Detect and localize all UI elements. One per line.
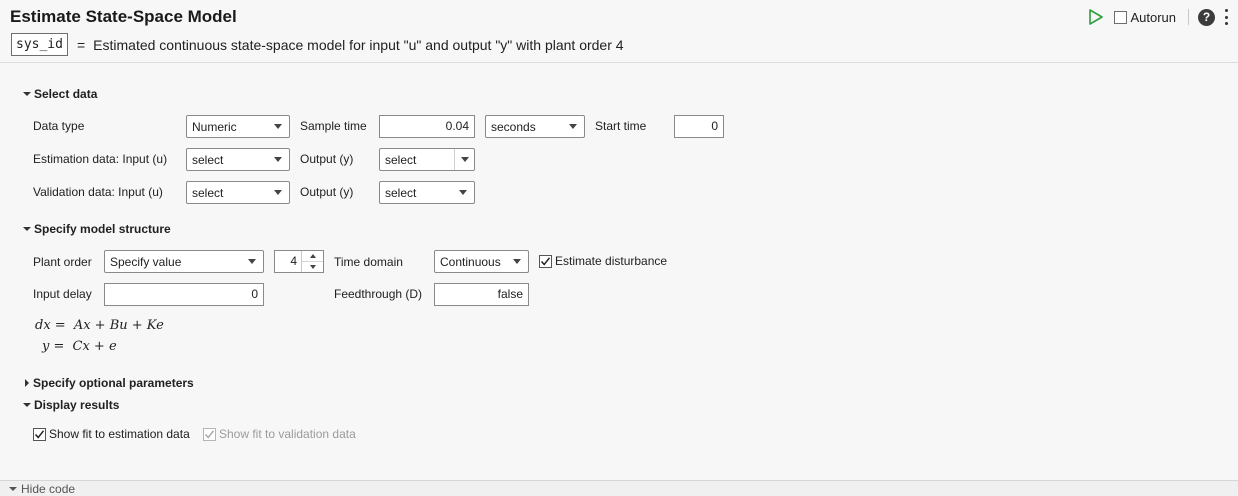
task-toolbar: Autorun ? [1088,7,1228,27]
increment-button[interactable] [302,251,323,261]
section-select-data[interactable]: Select data [23,87,97,101]
decrement-button[interactable] [302,261,323,272]
play-icon[interactable] [1088,8,1104,26]
data-type-label: Data type [33,119,85,133]
caret-down-icon [23,227,31,231]
state-equation: dx = Ax + Bu + Ke [35,318,235,333]
vertical-ellipsis-icon[interactable] [1224,9,1228,25]
caret-right-icon [25,379,29,387]
caret-down-icon [23,403,31,407]
estimate-disturbance-option[interactable]: Estimate disturbance [539,254,667,268]
task-title: Estimate State-Space Model [10,7,237,26]
data-type-dropdown[interactable]: Numeric [186,115,290,138]
plant-order-mode-dropdown[interactable]: Specify value [104,250,264,273]
chevron-down-icon [460,157,469,162]
hide-code-label: Hide code [21,481,76,496]
checkmark-icon [540,256,551,266]
estimation-output-label: Output (y) [300,152,354,166]
chevron-down-icon [274,124,282,129]
fit-validation-label: Show fit to validation data [219,427,356,441]
validation-output-label: Output (y) [300,185,354,199]
fit-validation-checkbox [203,427,216,441]
estimate-disturbance-label: Estimate disturbance [555,254,668,268]
chevron-down-icon [274,157,282,162]
sample-time-label: Sample time [300,119,367,133]
section-title-text: Specify optional parameters [33,376,194,390]
state-equation-rhs: Ax + Bu + Ke [73,318,164,333]
hide-code-toggle[interactable]: Hide code [0,480,1238,496]
output-variable-name[interactable]: sys_id [11,33,68,56]
feedthrough-input[interactable]: false [434,283,529,306]
chevron-up-icon [309,254,316,258]
section-title-text: Select data [34,87,98,101]
estimate-disturbance-checkbox[interactable] [539,254,552,268]
chevron-down-icon [513,259,521,264]
caret-down-icon [23,92,31,96]
sample-time-input[interactable]: 0.04 [379,115,475,138]
caret-down-icon [9,486,17,491]
estimation-input-dropdown[interactable]: select [186,148,290,171]
time-unit-dropdown[interactable]: seconds [485,115,585,138]
start-time-label: Start time [595,119,647,133]
input-delay-input[interactable]: 0 [104,283,264,306]
time-domain-dropdown[interactable]: Continuous [434,250,529,273]
plant-order-value[interactable]: 4 [275,251,302,272]
estimation-input-label: Estimation data: Input (u) [33,152,168,166]
validation-input-label: Validation data: Input (u) [33,185,163,199]
chevron-down-icon [569,124,577,129]
input-delay-label: Input delay [33,287,92,301]
section-title-text: Display results [34,398,120,412]
chevron-down-icon [459,190,467,195]
output-equation-rhs: Cx + e [72,339,117,354]
equals-sign: = [76,36,86,53]
toolbar-separator [1188,9,1189,25]
help-icon[interactable]: ? [1198,8,1215,26]
validation-input-dropdown[interactable]: select [186,181,290,204]
task-header: Estimate State-Space Model sys_id = Esti… [0,0,1238,63]
fit-estimation-checkbox[interactable] [33,427,46,441]
plant-order-label: Plant order [33,255,92,269]
chevron-down-icon [248,259,256,264]
autorun-label: Autorun [1130,9,1176,25]
section-model-structure[interactable]: Specify model structure [23,222,171,236]
validation-output-dropdown[interactable]: select [379,181,475,204]
task-summary: sys_id = Estimated continuous state-spac… [11,33,624,56]
section-optional-parameters[interactable]: Specify optional parameters [23,376,194,390]
summary-text: Estimated continuous state-space model f… [93,36,624,53]
section-title-text: Specify model structure [34,222,171,236]
start-time-input[interactable]: 0 [674,115,724,138]
output-equation-lhs: y = [42,339,65,354]
plant-order-spinner[interactable]: 4 [274,250,324,273]
chevron-down-icon [274,190,282,195]
checkmark-icon [204,429,215,439]
output-equation: y = Cx + e [42,339,242,354]
checkmark-icon [34,429,45,439]
fit-validation-option: Show fit to validation data [203,427,356,441]
autorun-checkbox[interactable] [1114,10,1128,24]
state-equation-lhs: dx = [35,318,66,333]
time-domain-label: Time domain [334,255,403,269]
fit-estimation-label: Show fit to estimation data [49,427,190,441]
fit-estimation-option[interactable]: Show fit to estimation data [33,427,190,441]
estimation-output-dropdown[interactable]: select [379,148,475,171]
section-display-results[interactable]: Display results [23,398,119,412]
feedthrough-label: Feedthrough (D) [334,287,423,301]
chevron-down-icon [309,265,316,269]
